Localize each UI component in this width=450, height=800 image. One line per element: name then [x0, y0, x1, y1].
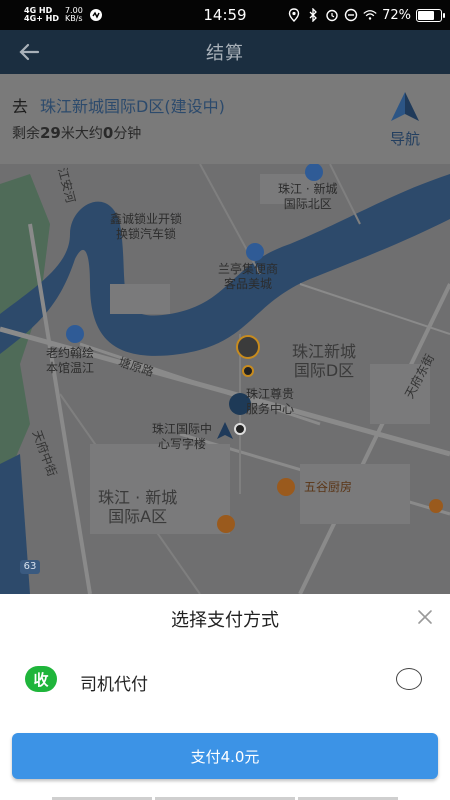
navigation-arrow-icon: [391, 92, 419, 121]
bluetooth-icon: [306, 8, 320, 22]
restaurant-pin[interactable]: [277, 478, 295, 496]
current-location-marker: [217, 422, 233, 439]
food-pin[interactable]: [217, 515, 235, 533]
payment-option-radio[interactable]: [396, 668, 422, 690]
alarm-icon: [325, 8, 339, 22]
speed-unit: KB/s: [64, 14, 83, 23]
status-left: 4G HD 4G+ HD 7.00 KB/s: [24, 7, 103, 23]
close-icon: [418, 610, 432, 624]
pay-button[interactable]: 支付4.0元: [12, 733, 438, 779]
close-button[interactable]: [416, 608, 434, 626]
label-service: 珠江尊贵 服务中心: [246, 387, 295, 416]
food-pin-right[interactable]: [429, 499, 443, 513]
distance-suffix: 米大约: [60, 126, 103, 142]
go-label: 去: [12, 97, 29, 116]
collect-icon: 收: [25, 666, 57, 692]
destination-panel: 去珠江新城国际D区(建设中) 剩余29米大约0分钟 导航: [0, 74, 450, 164]
location-icon: [287, 8, 301, 22]
minutes-suffix: 分钟: [113, 126, 142, 142]
back-arrow-icon: [19, 43, 40, 61]
network-indicator: 4G HD 4G+ HD: [24, 7, 59, 23]
label-d-area: 珠江新城 国际D区: [292, 342, 357, 380]
payment-option-driver[interactable]: 收 司机代付: [0, 656, 450, 712]
payment-sheet: 选择支付方式 收 司机代付 支付4.0元: [0, 594, 450, 800]
label-restaurant: 五谷厨房: [304, 480, 353, 494]
destination-name: 珠江新城国际D区(建设中): [40, 97, 225, 116]
remain-minutes: 0: [102, 124, 114, 142]
payment-option-label: 司机代付: [80, 675, 148, 695]
wifi-icon: [363, 8, 377, 22]
remain-prefix: 剩余: [12, 126, 40, 142]
status-bar: 4G HD 4G+ HD 7.00 KB/s 14:59 72%: [0, 0, 450, 30]
label-school: 珠江国际中 心写字楼: [152, 422, 213, 451]
signature-icon: [89, 8, 103, 22]
remaining-info: 剩余29米大约0分钟: [12, 123, 141, 143]
map-view[interactable]: 珠江 · 新城 国际北区 鑫诚锁业开锁 换锁汽车锁 兰亭集便商 客品美城 珠江新…: [0, 164, 450, 594]
map-canvas: [0, 164, 450, 594]
label-north-area: 珠江 · 新城 国际北区: [278, 182, 338, 211]
shop-pin-old[interactable]: [66, 325, 84, 343]
title-bar: 结算: [0, 30, 450, 74]
navigate-label: 导航: [389, 130, 420, 148]
net2-text: 4G+ HD: [24, 14, 59, 23]
label-old-zone: 老约翰绘 本馆温江: [46, 346, 95, 375]
shop-pin-store[interactable]: [246, 243, 264, 261]
network-speed: 7.00 KB/s: [65, 7, 83, 23]
remain-distance: 29: [40, 124, 61, 142]
label-a-area: 珠江 · 新城 国际A区: [98, 488, 178, 526]
sheet-title: 选择支付方式: [171, 610, 279, 631]
route-badge: 63: [23, 561, 37, 572]
destination-line: 去珠江新城国际D区(建设中): [12, 93, 225, 117]
status-right: 72%: [287, 7, 445, 23]
battery-icon: [416, 8, 445, 22]
battery-fill: [418, 10, 434, 20]
dnd-icon: [344, 8, 358, 22]
label-lock-shop: 鑫诚锁业开锁 换锁汽车锁: [110, 212, 183, 241]
navigate-button[interactable]: 导航: [384, 90, 426, 150]
page-title: 结算: [206, 43, 244, 64]
battery-percent: 72%: [382, 7, 411, 23]
label-store: 兰亭集便商 客品美城: [218, 262, 279, 291]
back-button[interactable]: [14, 38, 44, 66]
